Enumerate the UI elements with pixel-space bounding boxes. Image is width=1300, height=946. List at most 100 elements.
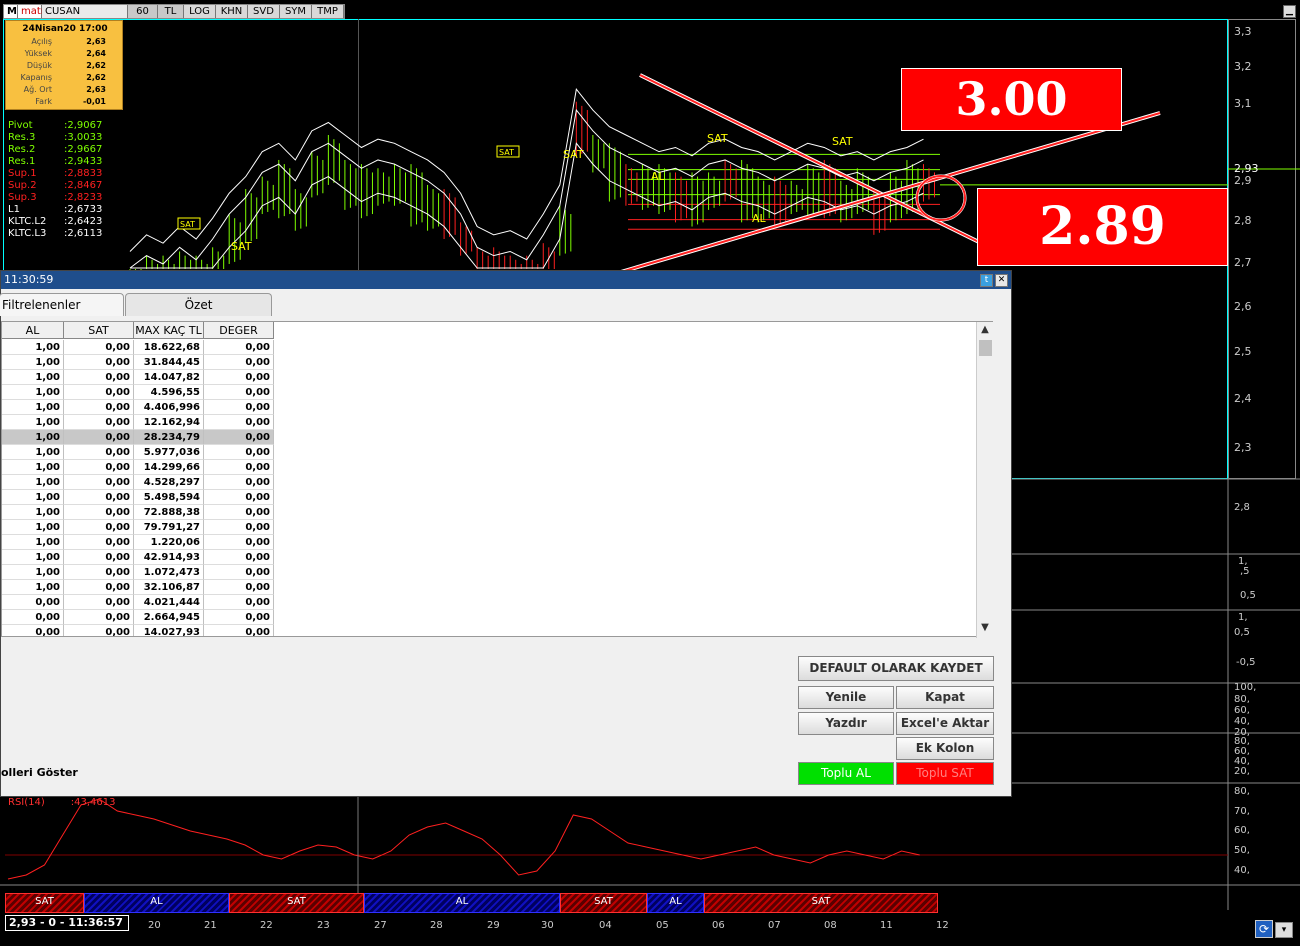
table-row[interactable]: 0,00 0,00 4.021,444 0,00 <box>2 595 274 610</box>
refresh-button[interactable]: Yenile <box>798 686 894 709</box>
settings-icon[interactable]: ▾ <box>1275 922 1293 938</box>
col-header-sat[interactable]: SAT <box>64 322 134 339</box>
table-cell: 14.027,93 <box>134 625 204 636</box>
table-row[interactable]: 1,00 0,00 32.106,87 0,00 <box>2 580 274 595</box>
table-row[interactable]: 1,00 0,00 4.406,996 0,00 <box>2 400 274 415</box>
table-cell: 0,00 <box>204 430 274 445</box>
signal-band-sat: SAT <box>704 893 938 913</box>
tab-summary[interactable]: Özet <box>125 293 272 316</box>
table-cell: 14.047,82 <box>134 370 204 385</box>
table-cell: 0,00 <box>64 535 134 550</box>
scroll-down-icon[interactable]: ▼ <box>977 620 993 636</box>
level-label: Res.3 <box>8 132 36 143</box>
low-value: 2,62 <box>86 61 106 70</box>
table-cell: 0,00 <box>204 550 274 565</box>
table-row[interactable]: 1,00 0,00 1.072,473 0,00 <box>2 565 274 580</box>
excel-export-button[interactable]: Excel'e Aktar <box>896 712 994 735</box>
table-row[interactable]: 1,00 0,00 14.299,66 0,00 <box>2 460 274 475</box>
table-row[interactable]: 0,00 0,00 14.027,93 0,00 <box>2 625 274 636</box>
open-value: 2,63 <box>86 37 106 46</box>
table-cell: 1,00 <box>2 475 64 490</box>
results-table: AL SAT MAX KAÇ TL DEGER 1,00 0,00 18.622,6… <box>1 321 993 637</box>
table-scrollbar[interactable]: ▲ ▼ <box>976 322 993 638</box>
scroll-thumb[interactable] <box>979 340 992 356</box>
table-cell: 2.664,945 <box>134 610 204 625</box>
close-icon[interactable]: ✕ <box>995 274 1008 287</box>
table-cell: 1,00 <box>2 445 64 460</box>
sub-axis-tick: 0,5 <box>1234 627 1250 638</box>
level-value: :2,8467 <box>64 180 103 191</box>
col-header-max[interactable]: MAX KAÇ TL <box>134 322 204 339</box>
table-row[interactable]: 1,00 0,00 5.498,594 0,00 <box>2 490 274 505</box>
table-cell: 0,00 <box>204 610 274 625</box>
show-columns-label[interactable]: olleri Göster <box>1 766 78 779</box>
table-row[interactable]: 1,00 0,00 5.977,036 0,00 <box>2 445 274 460</box>
table-row[interactable]: 1,00 0,00 42.914,93 0,00 <box>2 550 274 565</box>
table-cell: 0,00 <box>204 475 274 490</box>
table-cell: 1,00 <box>2 400 64 415</box>
twitter-icon[interactable]: t <box>980 274 993 287</box>
date-tick: 07 <box>768 920 781 931</box>
level-label: KLTC.L2 <box>8 216 47 227</box>
table-row[interactable]: 1,00 0,00 14.047,82 0,00 <box>2 370 274 385</box>
bulk-buy-button[interactable]: Toplu AL <box>798 762 894 785</box>
date-tick: 30 <box>541 920 554 931</box>
table-row[interactable]: 1,00 0,00 4.596,55 0,00 <box>2 385 274 400</box>
table-cell: 0,00 <box>64 565 134 580</box>
level-value: :2,8233 <box>64 192 103 203</box>
table-cell: 72.888,38 <box>134 505 204 520</box>
low-label: Düşük <box>26 61 52 70</box>
table-cell: 0,00 <box>204 385 274 400</box>
axis-tick: 2,5 <box>1234 345 1252 358</box>
axis-tick: 3,1 <box>1234 97 1252 110</box>
info-date: 24Nisan20 17:00 <box>22 24 108 34</box>
table-row[interactable]: 1,00 0,00 72.888,38 0,00 <box>2 505 274 520</box>
refresh-icon[interactable]: ⟳ <box>1255 920 1273 938</box>
filter-dialog: 11:30:59 t ✕ Filtrelenenler Özet AL SAT … <box>0 270 1012 797</box>
level-label: Sup.2 <box>8 180 37 191</box>
table-cell: 5.977,036 <box>134 445 204 460</box>
envelope-line <box>129 88 924 252</box>
rsi-value: :43,4613 <box>70 797 116 808</box>
table-row[interactable]: 1,00 0,00 1.220,06 0,00 <box>2 535 274 550</box>
close-button[interactable]: Kapat <box>896 686 994 709</box>
table-cell: 0,00 <box>2 625 64 636</box>
table-cell: 0,00 <box>64 475 134 490</box>
table-row[interactable]: 1,00 0,00 28.234,79 0,00 <box>2 430 274 445</box>
tab-filtered[interactable]: Filtrelenenler <box>0 293 124 316</box>
axis-tick: 3,2 <box>1234 60 1252 73</box>
table-cell: 0,00 <box>64 625 134 636</box>
print-button[interactable]: Yazdır <box>798 712 894 735</box>
ohlc-info-box: 24Nisan20 17:00 Açılış 2,63 Yüksek 2,64 Dü… <box>5 20 123 110</box>
table-row[interactable]: 1,00 0,00 31.844,45 0,00 <box>2 355 274 370</box>
table-cell: 1,00 <box>2 505 64 520</box>
signal-band-al: AL <box>364 893 560 913</box>
col-header-deger[interactable]: DEGER <box>204 322 274 339</box>
level-value: :3,0033 <box>64 132 103 143</box>
scroll-up-icon[interactable]: ▲ <box>977 322 993 338</box>
table-cell: 1,00 <box>2 565 64 580</box>
diff-label: Fark <box>35 97 52 106</box>
table-row[interactable]: 1,00 0,00 79.791,27 0,00 <box>2 520 274 535</box>
table-cell: 0,00 <box>204 580 274 595</box>
level-label: L1 <box>8 204 20 215</box>
table-row[interactable]: 1,00 0,00 4.528,297 0,00 <box>2 475 274 490</box>
close-label: Kapanış <box>20 73 52 82</box>
table-row[interactable]: 1,00 0,00 12.162,94 0,00 <box>2 415 274 430</box>
extra-columns-button[interactable]: Ek Kolon Seçimi <box>896 737 994 776</box>
table-cell: 79.791,27 <box>134 520 204 535</box>
bulk-sell-button[interactable]: Toplu SAT <box>896 762 994 785</box>
default-save-button[interactable]: DEFAULT OLARAK KAYDET <box>798 656 994 681</box>
sub-axis-tick: 0,5 <box>1240 590 1256 601</box>
diff-value: -0,01 <box>82 97 106 106</box>
col-header-al[interactable]: AL <box>2 322 64 339</box>
table-row[interactable]: 0,00 0,00 2.664,945 0,00 <box>2 610 274 625</box>
table-row[interactable]: 1,00 0,00 18.622,68 0,00 <box>2 340 274 355</box>
sub-axis-tick: 100, <box>1234 682 1257 693</box>
date-tick: 27 <box>374 920 387 931</box>
table-cell: 28.234,79 <box>134 430 204 445</box>
table-cell: 1,00 <box>2 535 64 550</box>
table-cell: 18.622,68 <box>134 340 204 355</box>
level-value: :2,6733 <box>64 204 103 215</box>
table-cell: 0,00 <box>64 460 134 475</box>
